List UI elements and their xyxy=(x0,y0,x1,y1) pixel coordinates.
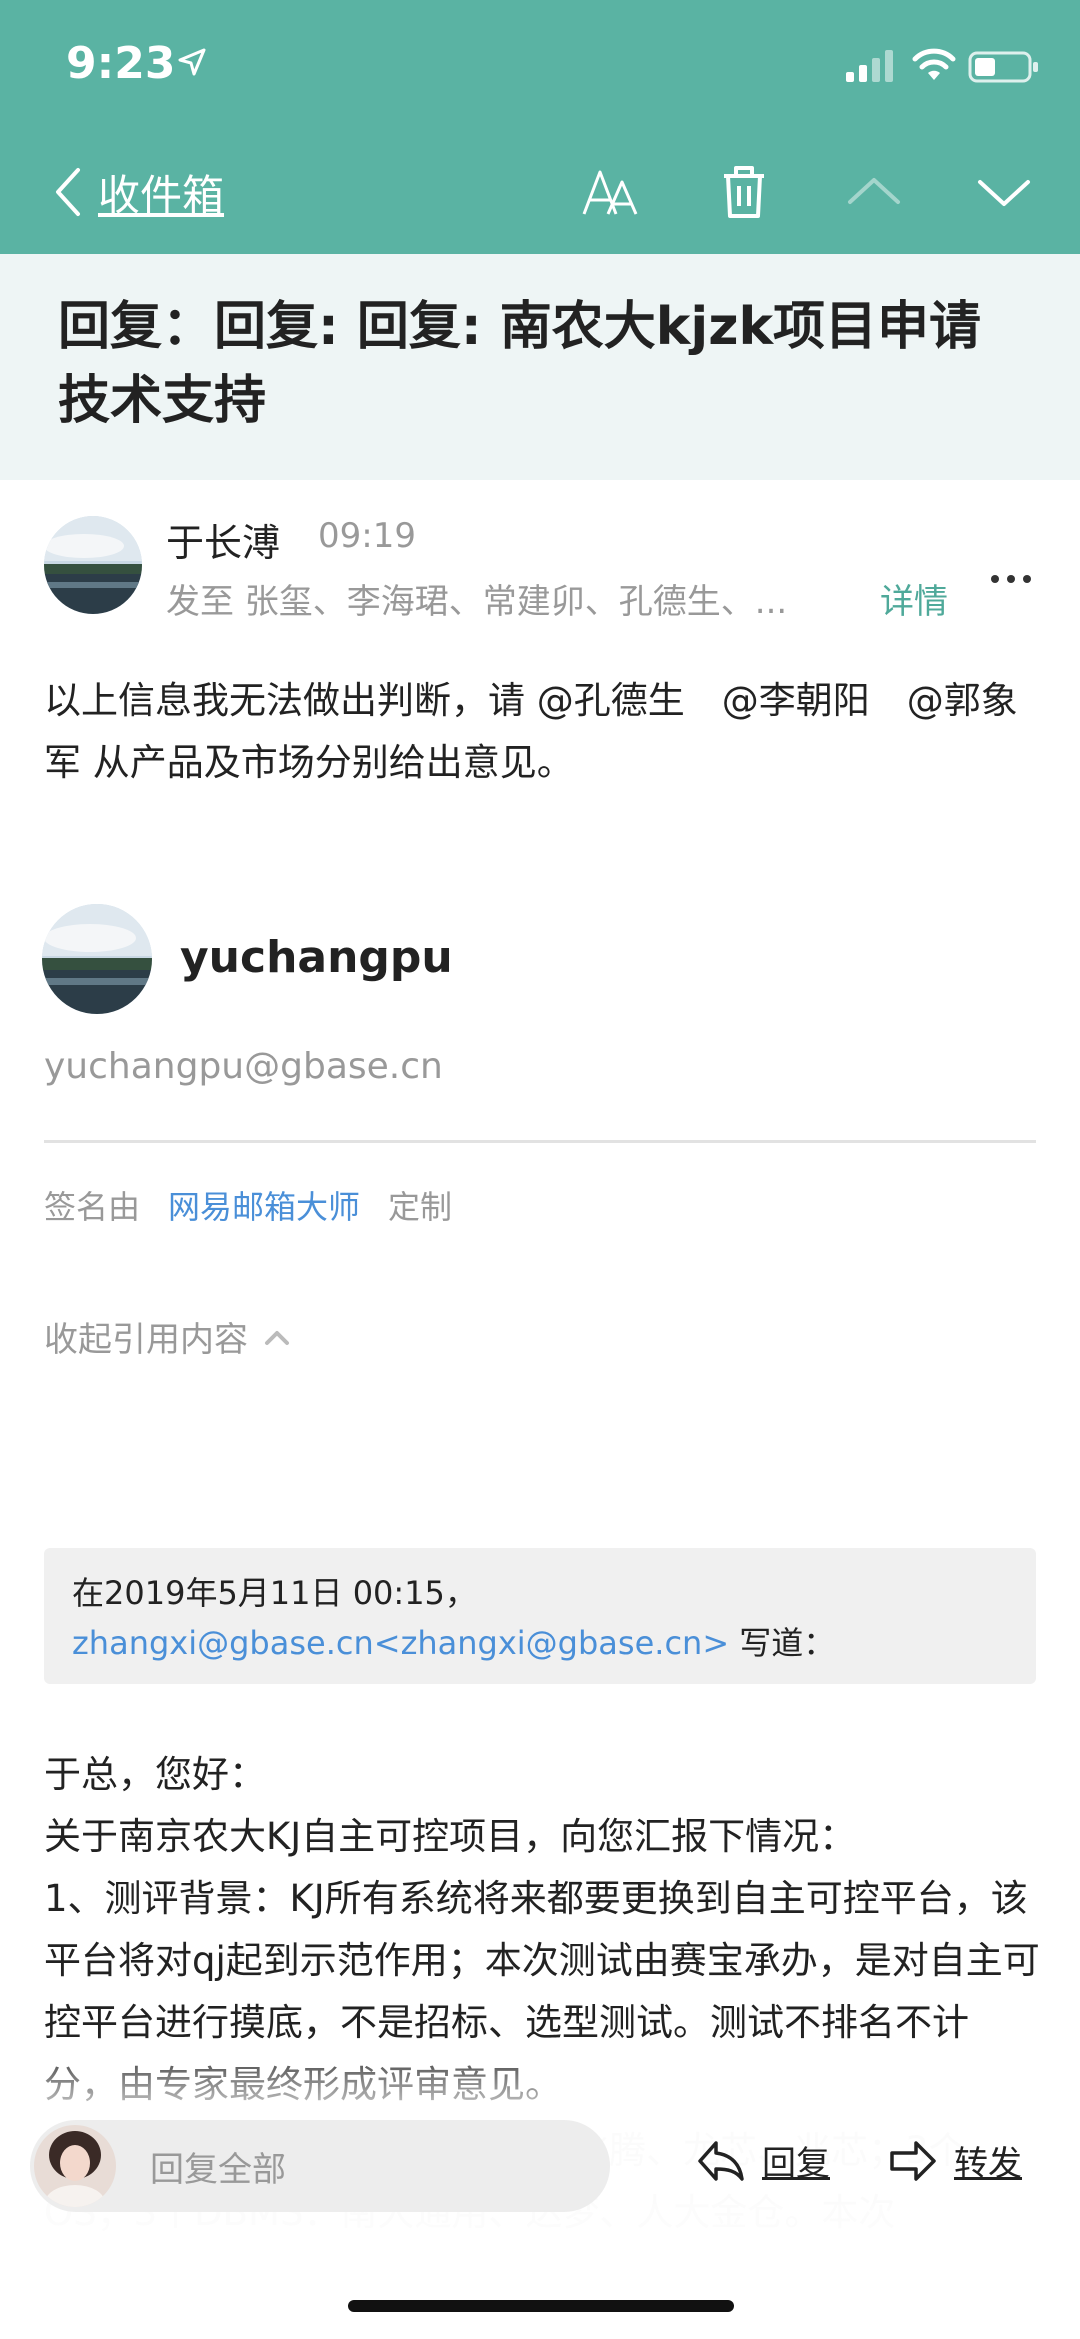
subject-area: 回复：回复: 回复: 南农大kjzk项目申请技术支持 xyxy=(0,254,1080,480)
sent-time: 09:19 xyxy=(318,516,416,556)
forward-button[interactable]: 转发 xyxy=(888,2136,1022,2185)
location-arrow-icon xyxy=(178,48,206,76)
quoted-line: 1、测评背景：KJ所有系统将来都要更换到自主可控平台，该平台将对qj起到示范作用… xyxy=(44,1877,1040,2106)
person-avatar-image xyxy=(34,2125,116,2207)
details-link[interactable]: 详情 xyxy=(880,574,948,623)
sender-avatar[interactable] xyxy=(44,516,142,614)
signed-by-app-link[interactable]: 网易邮箱大师 xyxy=(168,1182,360,1228)
quoted-line: 于总，您好： xyxy=(44,1753,266,1796)
quote-header-email-link[interactable]: zhangxi@gbase.cn<zhangxi@gbase.cn> xyxy=(72,1624,729,1662)
status-time: 9:23 xyxy=(66,38,176,89)
chevron-up-icon[interactable] xyxy=(840,158,908,226)
customize-link[interactable]: 定制 xyxy=(388,1182,452,1228)
forward-label: 转发 xyxy=(954,2144,1022,2184)
nav-bar: 收件箱 xyxy=(0,130,1080,254)
collapse-quote-button[interactable]: 收起引用内容 xyxy=(44,1312,290,1361)
chevron-up-icon xyxy=(265,1330,289,1345)
signature-name: yuchangpu xyxy=(180,932,453,983)
font-size-icon[interactable] xyxy=(578,158,646,226)
reply-all-label: 回复全部 xyxy=(150,2149,286,2190)
reply-all-button[interactable]: 回复全部 xyxy=(30,2120,610,2212)
landscape-avatar-image xyxy=(42,904,152,1014)
sender-row: 于长溥 09:19 发至 张玺、李海珺、常建卯、孔德生、... 详情 xyxy=(0,480,1080,630)
signature-email[interactable]: yuchangpu@gbase.cn xyxy=(44,1046,443,1087)
landscape-avatar-image xyxy=(44,516,142,614)
more-options-icon[interactable] xyxy=(988,564,1034,594)
bottom-action-bar: 回复全部 回复 转发 xyxy=(0,2120,1080,2240)
signature-meta: 签名由 网易邮箱大师 定制 xyxy=(44,1182,452,1228)
quote-header-suffix: 写道： xyxy=(729,1624,836,1662)
reply-button[interactable]: 回复 xyxy=(696,2136,830,2185)
back-label: 收件箱 xyxy=(98,170,225,220)
collapse-quote-label: 收起引用内容 xyxy=(44,1320,248,1360)
back-button[interactable]: 收件箱 xyxy=(50,160,224,224)
home-indicator[interactable] xyxy=(348,2300,734,2312)
wifi-icon xyxy=(912,48,956,80)
signature-divider xyxy=(44,1140,1036,1143)
sender-name: 于长溥 xyxy=(166,521,281,565)
body-paragraph: 以上信息我无法做出判断，请 @孔德生 @李朝阳 @郭象军 从产品及市场分别给出意… xyxy=(44,679,1018,784)
quoted-body: 于总，您好： 关于南京农大KJ自主可控项目，向您汇报下情况： 1、测评背景：KJ… xyxy=(44,1744,1040,2116)
quoted-line: 关于南京农大KJ自主可控项目，向您汇报下情况： xyxy=(44,1815,857,1858)
battery-icon xyxy=(968,51,1038,83)
quote-header: 在2019年5月11日 00:15， zhangxi@gbase.cn<zhang… xyxy=(44,1548,1036,1684)
cellular-signal-icon xyxy=(846,50,893,82)
trash-icon[interactable] xyxy=(710,158,778,226)
forward-arrow-icon xyxy=(890,2140,936,2181)
signed-by-label: 签名由 xyxy=(44,1188,141,1226)
status-bar: 9:23 xyxy=(0,0,1080,130)
quote-header-prefix: 在2019年5月11日 00:15， xyxy=(72,1574,477,1612)
chevron-down-icon[interactable] xyxy=(970,158,1038,226)
user-avatar xyxy=(34,2125,116,2207)
reply-arrow-icon xyxy=(698,2140,744,2181)
reply-label: 回复 xyxy=(762,2144,830,2184)
message-body: 以上信息我无法做出判断，请 @孔德生 @李朝阳 @郭象军 从产品及市场分别给出意… xyxy=(44,670,1040,794)
chevron-left-icon xyxy=(56,168,80,216)
email-subject: 回复：回复: 回复: 南农大kjzk项目申请技术支持 xyxy=(58,297,982,431)
signature-avatar xyxy=(42,904,152,1014)
recipients-list: 发至 张玺、李海珺、常建卯、孔德生、... xyxy=(166,582,788,622)
